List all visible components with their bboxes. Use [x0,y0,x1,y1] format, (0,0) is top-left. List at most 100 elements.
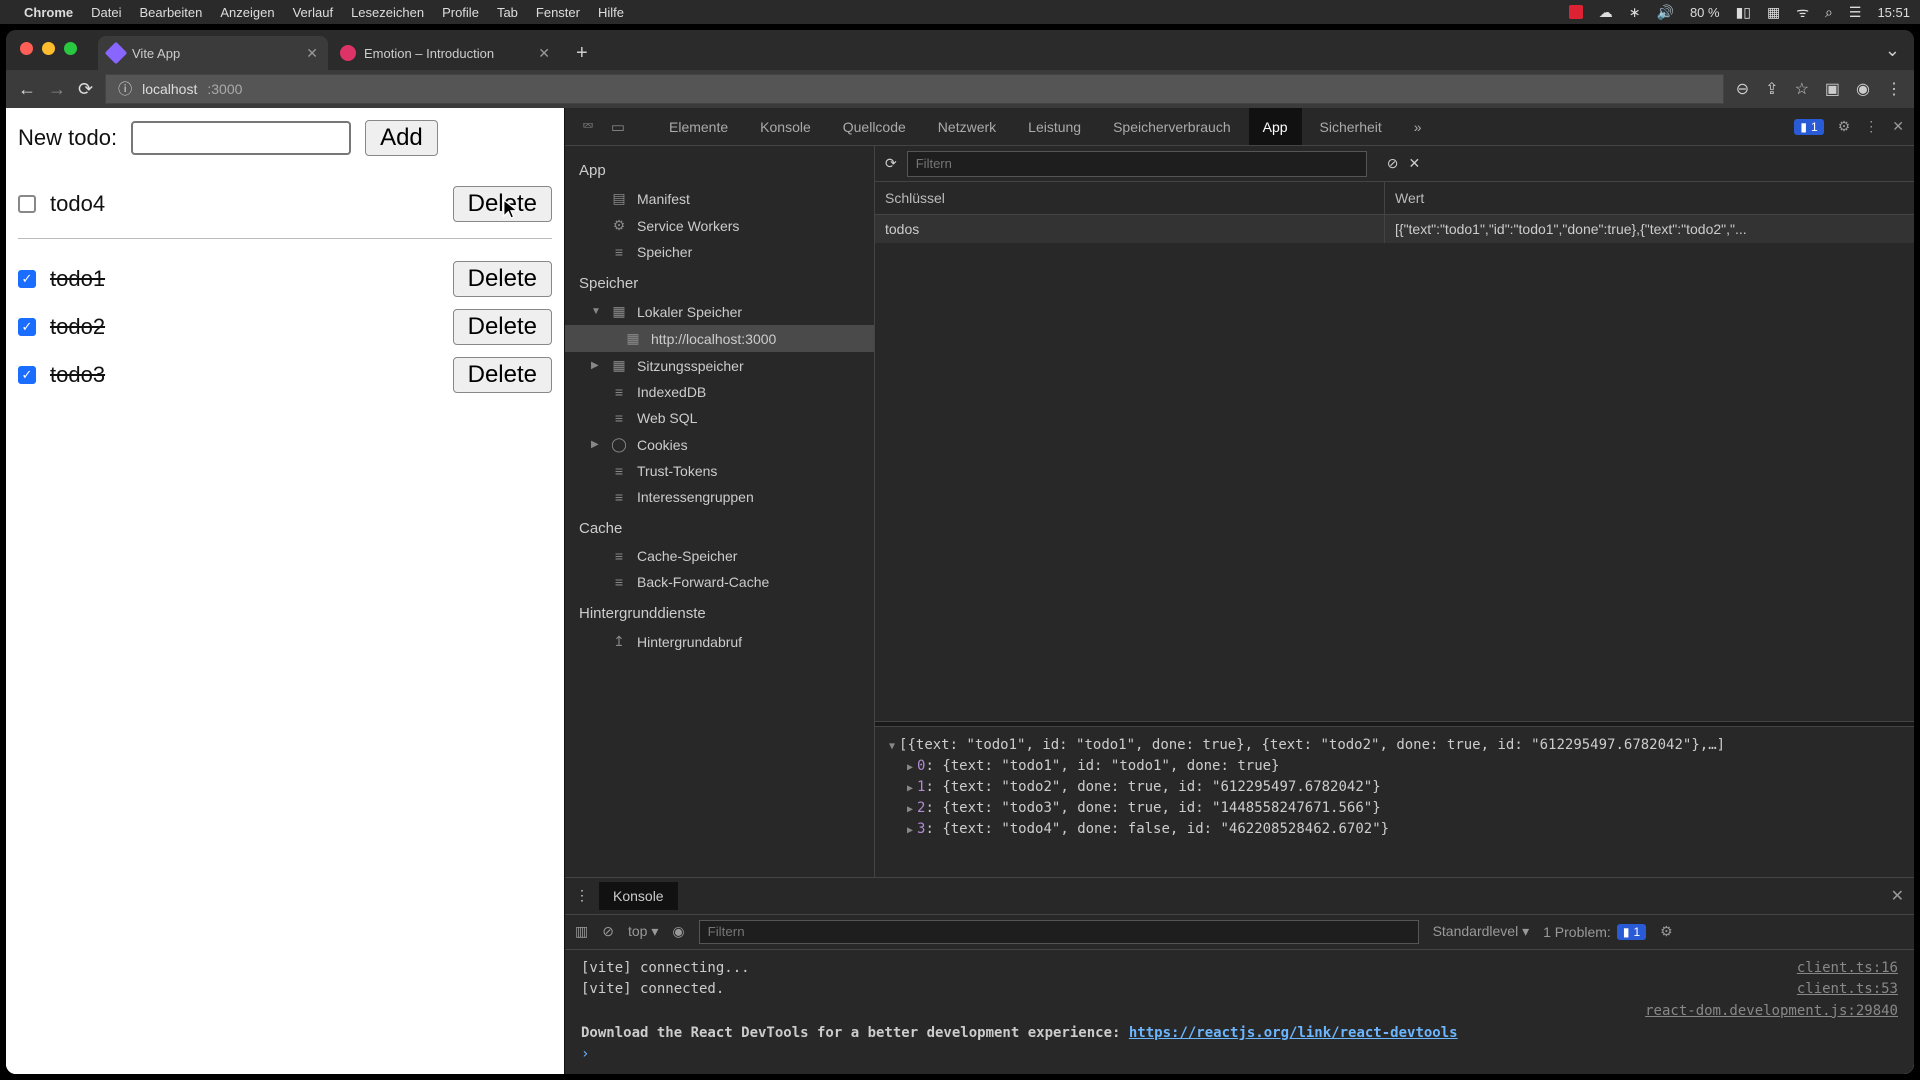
new-todo-input[interactable] [131,121,351,155]
new-tab-button[interactable]: + [562,36,602,70]
delete-entry-icon[interactable]: ✕ [1408,155,1420,172]
profile-icon[interactable]: ◉ [1856,79,1870,99]
kebab-menu-icon[interactable]: ⋮ [1886,79,1902,99]
chevron-down-icon[interactable]: ▼ [889,741,895,752]
minimize-window-icon[interactable] [42,42,55,55]
menu-item[interactable]: Anzeigen [220,5,274,20]
clear-icon[interactable]: ⊘ [1387,155,1399,172]
storage-row[interactable]: todos [{"text":"todo1","id":"todo1","don… [875,215,1914,243]
menu-item[interactable]: Bearbeiten [139,5,202,20]
volume-icon[interactable]: 🔊 [1657,4,1674,21]
menu-item[interactable]: Tab [497,5,518,20]
level-select[interactable]: Standardlevel ▾ [1433,923,1530,940]
devtools-tab[interactable]: Elemente [655,108,742,145]
issues-badge[interactable]: ▮ 1 [1794,119,1823,135]
devtools-tab[interactable]: Speicherverbrauch [1099,108,1245,145]
storage-filter-input[interactable] [907,151,1367,177]
inspect-icon[interactable]: ⮹ [575,118,601,135]
chrome-chevron-icon[interactable]: ⌄ [1885,40,1900,61]
console-filter-input[interactable] [699,920,1419,944]
sidebar-item-manifest[interactable]: ▤Manifest [565,185,874,212]
forward-icon[interactable]: → [48,79,66,100]
col-key[interactable]: Schlüssel [875,182,1385,214]
col-value[interactable]: Wert [1385,182,1914,214]
close-devtools-icon[interactable]: ✕ [1892,118,1904,135]
console-prompt-icon[interactable]: › [581,1044,589,1066]
refresh-icon[interactable]: ⟳ [885,155,897,172]
chevron-right-icon[interactable]: ▶ [907,825,913,836]
storage-preview[interactable]: ▼[{text: "todo1", id: "todo1", done: tru… [875,727,1914,877]
console-source[interactable]: client.ts:16 [1797,958,1898,980]
close-tab-icon[interactable]: ✕ [538,45,550,62]
menu-item[interactable]: Hilfe [598,5,624,20]
chevron-right-icon[interactable]: ▶ [907,762,913,773]
menu-item[interactable]: Lesezeichen [351,5,424,20]
share-icon[interactable]: ⇪ [1765,79,1778,99]
delete-button[interactable]: Delete [453,309,552,345]
sidebar-item-indexeddb[interactable]: ≡IndexedDB [565,379,874,405]
chevron-right-icon[interactable]: ▶ [591,439,601,450]
sidebar-item-service-workers[interactable]: ⚙Service Workers [565,212,874,239]
devtools-tab[interactable]: Netzwerk [924,108,1010,145]
sidebar-item-session-storage[interactable]: ▶▦Sitzungsspeicher [565,352,874,379]
back-icon[interactable]: ← [18,79,36,100]
kebab-menu-icon[interactable]: ⋮ [1864,118,1878,135]
problem-count[interactable]: 1 Problem: ▮ 1 [1543,924,1646,940]
sidebar-item-local-storage[interactable]: ▼▦Lokaler Speicher [565,298,874,325]
bookmark-icon[interactable]: ☆ [1795,79,1809,99]
console-sidebar-icon[interactable]: ▥ [575,923,588,940]
close-window-icon[interactable] [20,42,33,55]
todo-checkbox[interactable]: ✓ [18,270,36,288]
todo-checkbox[interactable]: ✓ [18,366,36,384]
record-icon[interactable] [1569,5,1583,19]
live-expression-icon[interactable]: ◉ [672,923,684,940]
extensions-icon[interactable]: ▣ [1825,79,1840,99]
clear-console-icon[interactable]: ⊘ [602,923,614,940]
console-settings-icon[interactable]: ⚙ [1660,923,1673,940]
browser-tab[interactable]: Emotion – Introduction ✕ [330,36,560,70]
tray-icon[interactable]: ▦ [1767,4,1780,21]
chevron-right-icon[interactable]: ▶ [907,804,913,815]
reload-icon[interactable]: ⟳ [78,79,93,100]
delete-button[interactable]: Delete [453,357,552,393]
close-drawer-icon[interactable]: ✕ [1891,886,1904,906]
url-input[interactable]: ⓘ localhost:3000 [105,74,1724,104]
clock[interactable]: 15:51 [1877,5,1910,20]
sidebar-item-bfcache[interactable]: ≡Back-Forward-Cache [565,569,874,595]
maximize-window-icon[interactable] [64,42,77,55]
bluetooth-icon[interactable]: ∗ [1629,4,1641,21]
devtools-tab-active[interactable]: App [1249,108,1302,145]
menu-app[interactable]: Chrome [24,5,73,20]
close-tab-icon[interactable]: ✕ [306,45,318,62]
kebab-menu-icon[interactable]: ⋮ [575,887,589,904]
browser-tab-active[interactable]: Vite App ✕ [98,36,328,70]
menu-item[interactable]: Verlauf [293,5,333,20]
react-devtools-link[interactable]: https://reactjs.org/link/react-devtools [1129,1025,1458,1041]
zoom-icon[interactable]: ⊖ [1736,79,1749,99]
menu-item[interactable]: Profile [442,5,479,20]
console-output[interactable]: [vite] connecting...client.ts:16 [vite] … [565,950,1914,1074]
devtools-tab[interactable]: Konsole [746,108,825,145]
devtools-tab[interactable]: Leistung [1014,108,1095,145]
status-icon[interactable]: ☁ [1599,4,1613,21]
chevron-right-icon[interactable]: ▶ [591,360,601,371]
add-button[interactable]: Add [365,120,438,156]
sidebar-item-interest-groups[interactable]: ≡Interessengruppen [565,484,874,510]
sidebar-item-local-origin[interactable]: ▦http://localhost:3000 [565,325,874,352]
sidebar-item-cookies[interactable]: ▶◯Cookies [565,431,874,458]
devtools-tab[interactable]: Sicherheit [1306,108,1396,145]
devtools-sidebar[interactable]: App ▤Manifest ⚙Service Workers ≡Speicher… [565,146,875,877]
todo-checkbox[interactable]: ✓ [18,318,36,336]
sidebar-item-storage[interactable]: ≡Speicher [565,239,874,265]
device-mode-icon[interactable]: ▭ [605,118,631,136]
delete-button[interactable]: Delete [453,261,552,297]
devtools-tab[interactable]: Quellcode [829,108,920,145]
sidebar-item-trust-tokens[interactable]: ≡Trust-Tokens [565,458,874,484]
chevron-down-icon[interactable]: ▼ [591,306,601,317]
menu-item[interactable]: Fenster [536,5,580,20]
sidebar-item-bg-fetch[interactable]: ↥Hintergrundabruf [565,628,874,655]
delete-button[interactable]: Delete [453,186,552,222]
battery-icon[interactable]: ▮▯ [1736,4,1751,21]
storage-empty-area[interactable] [875,243,1914,721]
sidebar-item-cache-storage[interactable]: ≡Cache-Speicher [565,543,874,569]
